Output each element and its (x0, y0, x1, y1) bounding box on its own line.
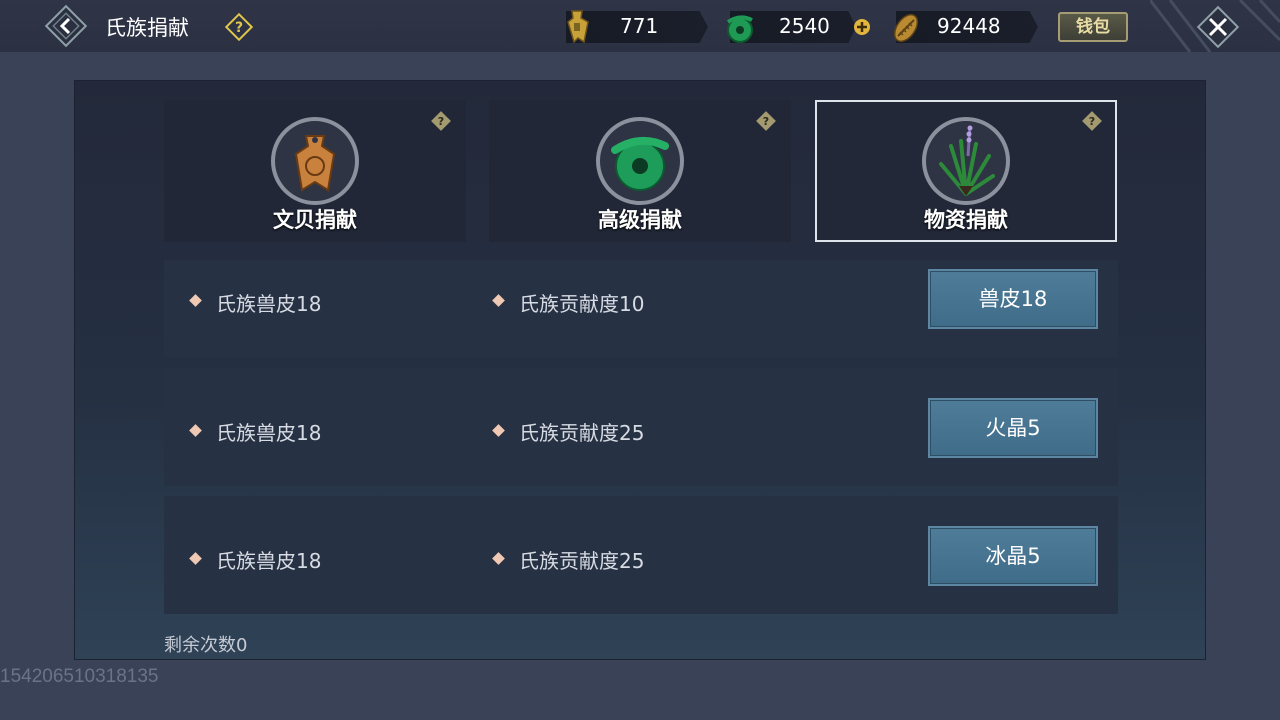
bullet-icon (492, 294, 505, 307)
tab-label: 物资捐献 (924, 208, 1008, 232)
tab-supplies-donation[interactable]: 物资捐献 ? (815, 100, 1117, 242)
svg-text:?: ? (438, 115, 444, 128)
tab-advanced-donation[interactable]: 高级捐献 ? (489, 100, 791, 242)
donation-row: 氏族兽皮18 氏族贡献度25 火晶5 (164, 368, 1118, 486)
reward-hide: 氏族兽皮18 (216, 549, 322, 573)
resource-value-1: 771 (620, 14, 659, 38)
page-title: 氏族捐献 (105, 16, 189, 40)
svg-text:?: ? (1089, 115, 1095, 128)
donation-row: 氏族兽皮18 氏族贡献度10 兽皮18 (164, 260, 1118, 357)
resource-value-3: 92448 (937, 14, 1001, 38)
bullet-icon (189, 552, 202, 565)
tab-label: 文贝捐献 (273, 208, 357, 232)
donation-panel: 文贝捐献 ? 高级捐献 ? 物资捐献 ? 氏族兽皮18 氏族贡献度10 兽皮18… (74, 80, 1206, 660)
close-icon (1196, 5, 1240, 49)
close-button[interactable] (1195, 4, 1241, 50)
bronze-coin-icon (271, 117, 359, 205)
add-currency-button[interactable] (851, 16, 873, 38)
jade-disc-icon (596, 117, 684, 205)
svg-text:?: ? (235, 20, 243, 36)
tab-wenbei-donation[interactable]: 文贝捐献 ? (164, 100, 466, 242)
reward-hide: 氏族兽皮18 (216, 421, 322, 445)
resource-value-2: 2540 (779, 14, 830, 38)
donation-row: 氏族兽皮18 氏族贡献度25 冰晶5 (164, 496, 1118, 614)
help-icon[interactable]: ? (755, 110, 777, 132)
donate-button[interactable]: 火晶5 (928, 398, 1098, 458)
shell-coin-icon (893, 13, 919, 43)
svg-text:?: ? (763, 115, 769, 128)
back-arrow-icon (44, 4, 88, 48)
herb-plant-icon (922, 117, 1010, 205)
plus-icon (854, 19, 870, 35)
help-icon[interactable]: ? (224, 12, 254, 42)
bullet-icon (492, 424, 505, 437)
reward-contribution: 氏族贡献度25 (519, 421, 645, 445)
reward-contribution: 氏族贡献度25 (519, 549, 645, 573)
bullet-icon (189, 424, 202, 437)
jade-coin-icon (726, 15, 753, 43)
help-icon[interactable]: ? (1081, 110, 1103, 132)
wallet-button[interactable]: 钱包 (1058, 12, 1128, 42)
bullet-icon (492, 552, 505, 565)
back-button[interactable] (44, 4, 88, 48)
reward-contribution: 氏族贡献度10 (519, 292, 645, 316)
tab-label: 高级捐献 (598, 208, 682, 232)
bronze-spade-coin-icon (567, 10, 589, 44)
donate-button[interactable]: 冰晶5 (928, 526, 1098, 586)
reward-hide: 氏族兽皮18 (216, 292, 322, 316)
remaining-count: 剩余次数0 (164, 635, 248, 656)
help-icon[interactable]: ? (430, 110, 452, 132)
user-id: 154206510318135 (0, 666, 159, 687)
donate-button[interactable]: 兽皮18 (928, 269, 1098, 329)
bullet-icon (189, 294, 202, 307)
